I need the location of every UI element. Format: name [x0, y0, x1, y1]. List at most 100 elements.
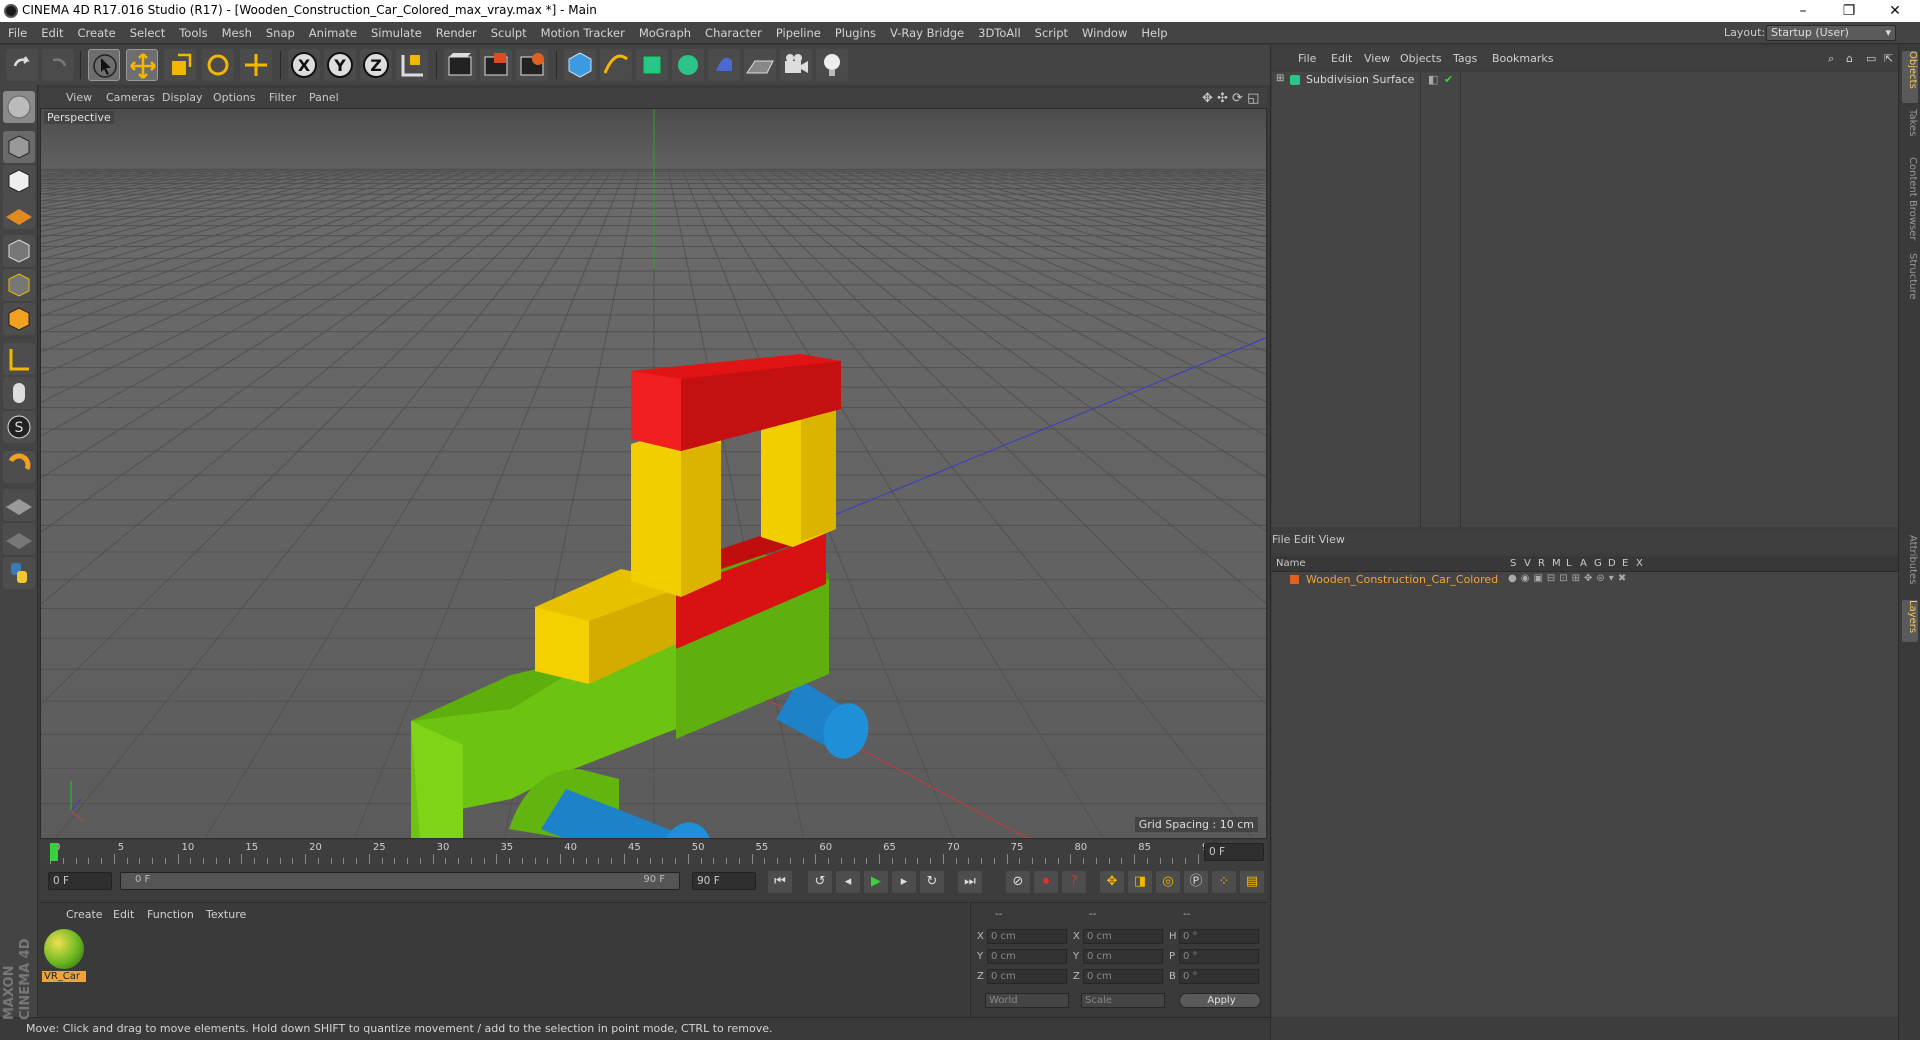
next-frame-button[interactable]: ▸	[892, 871, 916, 893]
python-button[interactable]	[3, 557, 35, 589]
cube-primitive-button[interactable]	[564, 49, 596, 81]
apply-button[interactable]: Apply	[1179, 993, 1261, 1008]
viewport-nav-icons[interactable]: ✥ ✣ ⟳ ◱	[1202, 91, 1259, 106]
3d-viewport[interactable]: Perspective Grid Spacing : 10 cm	[40, 108, 1267, 839]
menu-pipeline[interactable]: Pipeline	[768, 22, 827, 40]
column-name[interactable]: Name	[1276, 558, 1306, 569]
planar-workplane-button[interactable]	[3, 523, 35, 555]
redo-button[interactable]	[42, 49, 74, 81]
next-key-button[interactable]: ↻	[920, 871, 944, 893]
x-axis-button[interactable]: X	[288, 49, 320, 81]
deformer-button[interactable]	[708, 49, 740, 81]
render-view-button[interactable]	[444, 49, 476, 81]
play-button[interactable]: ▶	[864, 871, 888, 893]
object-menu-bookmarks[interactable]: Bookmarks	[1492, 52, 1553, 65]
tab-attributes[interactable]: Attributes	[1902, 535, 1918, 595]
menu-script[interactable]: Script	[1027, 22, 1074, 40]
frame-range-slider[interactable]: 0 F 90 F	[120, 872, 680, 890]
minimize-button[interactable]: –	[1780, 0, 1826, 22]
tab-layers[interactable]: Layers	[1902, 600, 1918, 642]
points-mode-button[interactable]	[3, 235, 35, 267]
column-manager[interactable]: M	[1552, 558, 1561, 569]
workplane-button[interactable]	[3, 197, 35, 229]
home-icon[interactable]: ⌂	[1846, 52, 1853, 65]
cloner-button[interactable]	[672, 49, 704, 81]
timeline-ruler[interactable]: 051015202530354045505560657075808590 0 F	[40, 840, 1267, 864]
viewport-camera-label[interactable]: Perspective	[44, 111, 114, 124]
coordinate-system-button[interactable]	[396, 49, 428, 81]
object-menu-file[interactable]: File	[1298, 52, 1316, 65]
polygons-mode-button[interactable]	[3, 303, 35, 335]
size-z-field[interactable]: 0 cm	[1083, 969, 1163, 984]
viewport-menu-cameras[interactable]: Cameras	[106, 91, 155, 104]
menu-3dtoall[interactable]: 3DToAll	[970, 22, 1027, 40]
live-selection-button[interactable]	[88, 49, 120, 81]
previous-frame-button[interactable]: ◂	[836, 871, 860, 893]
spline-pen-button[interactable]	[600, 49, 632, 81]
edges-mode-button[interactable]	[3, 269, 35, 301]
enabled-check-icon[interactable]: ✔	[1444, 73, 1453, 86]
layout-select[interactable]: Startup (User) ▾	[1766, 25, 1896, 41]
autokey-button[interactable]: ⏺	[1034, 871, 1058, 893]
y-axis-button[interactable]: Y	[324, 49, 356, 81]
menu-file[interactable]: File	[0, 22, 33, 40]
tab-takes[interactable]: Takes	[1902, 109, 1918, 149]
enable-axis-button[interactable]	[3, 343, 35, 375]
layer-row[interactable]: Wooden_Construction_Car_Colored ●◉▣⊟⊡⊞✥⊜…	[1272, 572, 1898, 588]
maximize-panel-icon[interactable]: ⇱	[1884, 52, 1893, 65]
subdivision-surface-button[interactable]	[636, 49, 668, 81]
column-deformers[interactable]: D	[1608, 558, 1616, 569]
keyframe-selection-button[interactable]: ?	[1062, 871, 1086, 893]
camera-button[interactable]	[780, 49, 812, 81]
expand-toggle-icon[interactable]: ⊞	[1276, 73, 1284, 84]
rotation-b-field[interactable]: 0 °	[1179, 969, 1259, 984]
viewport-menu-options[interactable]: Options	[213, 91, 255, 104]
light-button[interactable]	[816, 49, 848, 81]
menu-create[interactable]: Create	[70, 22, 122, 40]
rotation-key-button[interactable]: ◎	[1156, 871, 1180, 893]
layer-toggle-icons[interactable]: ●◉▣⊟⊡⊞✥⊜▾✖	[1508, 573, 1630, 584]
object-menu-view[interactable]: View	[1364, 52, 1390, 65]
material-menu-texture[interactable]: Texture	[206, 908, 246, 921]
menu-render[interactable]: Render	[428, 22, 483, 40]
menu-snap[interactable]: Snap	[258, 22, 301, 40]
position-y-field[interactable]: 0 cm	[987, 949, 1067, 964]
menu-window[interactable]: Window	[1074, 22, 1133, 40]
material-menu-create[interactable]: Create	[66, 908, 103, 921]
menu-animate[interactable]: Animate	[301, 22, 363, 40]
last-tool-button[interactable]	[240, 49, 272, 81]
material-menu-function[interactable]: Function	[147, 908, 194, 921]
column-expressions[interactable]: E	[1622, 558, 1628, 569]
position-z-field[interactable]: 0 cm	[987, 969, 1067, 984]
menu-plugins[interactable]: Plugins	[827, 22, 882, 40]
material-swatch-vr-car[interactable]: VR_Car	[42, 927, 86, 985]
rotation-p-field[interactable]: 0 °	[1179, 949, 1259, 964]
scale-tool-button[interactable]	[164, 49, 196, 81]
rotate-tool-button[interactable]	[202, 49, 234, 81]
column-view[interactable]: V	[1524, 558, 1531, 569]
close-button[interactable]: ✕	[1872, 0, 1918, 22]
column-solo[interactable]: S	[1510, 558, 1516, 569]
playhead[interactable]	[50, 843, 58, 861]
render-settings-button[interactable]	[516, 49, 548, 81]
timeline-button[interactable]: ▤	[1240, 871, 1264, 893]
viewport-menu-panel[interactable]: Panel	[309, 91, 339, 104]
scale-key-button[interactable]: ◨	[1128, 871, 1152, 893]
material-menu-edit[interactable]: Edit	[113, 908, 134, 921]
lock-workplane-button[interactable]	[3, 489, 35, 521]
column-render[interactable]: R	[1538, 558, 1545, 569]
tab-structure[interactable]: Structure	[1902, 253, 1918, 303]
point-level-button[interactable]: ⁘	[1212, 871, 1236, 893]
floor-button[interactable]	[744, 49, 776, 81]
viewport-menu-view[interactable]: View	[66, 91, 92, 104]
object-menu-tags[interactable]: Tags	[1453, 52, 1477, 65]
current-frame-field[interactable]: 0 F	[1204, 843, 1264, 861]
column-xref[interactable]: X	[1636, 558, 1643, 569]
record-keys-button[interactable]: ⊘	[1006, 871, 1030, 893]
go-to-start-button[interactable]: ⏮	[768, 871, 792, 893]
tweak-mode-button[interactable]	[3, 377, 35, 409]
layer-menu-edit[interactable]: Edit	[1294, 533, 1315, 546]
size-x-field[interactable]: 0 cm	[1083, 929, 1163, 944]
end-frame-field[interactable]: 90 F	[692, 872, 756, 890]
object-menu-objects[interactable]: Objects	[1400, 52, 1442, 65]
